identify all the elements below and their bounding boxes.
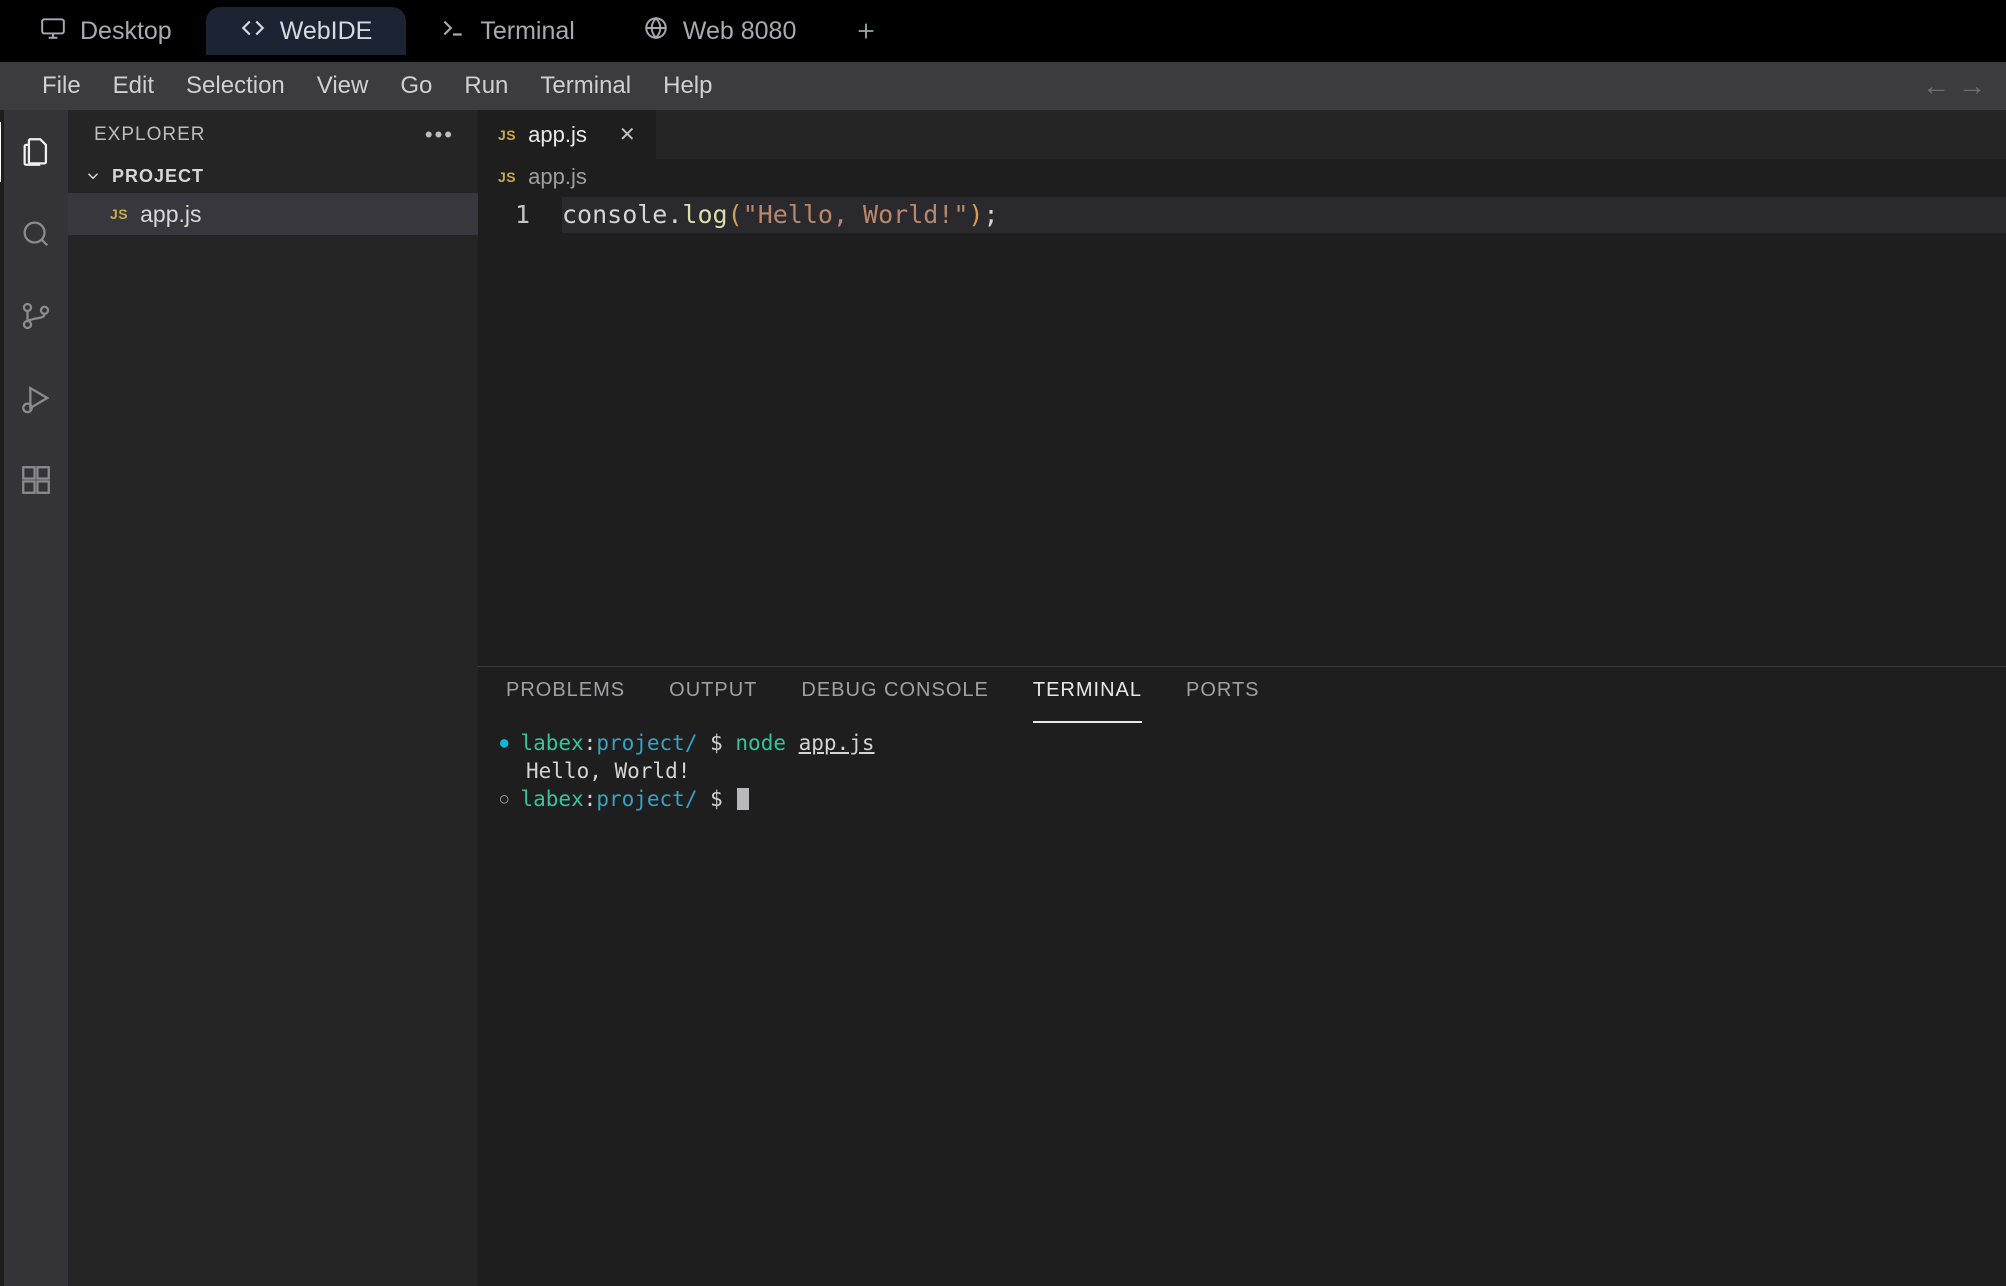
chevron-down-icon <box>84 167 102 185</box>
terminal-line-2: ○ labex:project/ $ <box>500 785 1984 813</box>
top-tab-bar: Desktop WebIDE Terminal Web 8080 <box>0 0 2006 62</box>
breadcrumb[interactable]: JS app.js <box>478 159 2006 195</box>
explorer-sidebar: EXPLORER ••• PROJECT JS app.js <box>68 110 478 1286</box>
editor-tab-bar: JS app.js ✕ <box>478 110 2006 159</box>
terminal-cursor <box>737 788 749 810</box>
menu-bar: File Edit Selection View Go Run Terminal… <box>0 62 2006 110</box>
js-file-icon: JS <box>498 127 516 143</box>
top-tab-desktop-label: Desktop <box>80 17 172 46</box>
editor-tab-app-js[interactable]: JS app.js ✕ <box>478 110 656 159</box>
close-tab-icon[interactable]: ✕ <box>619 122 636 147</box>
bottom-panel: PROBLEMS OUTPUT DEBUG CONSOLE TERMINAL P… <box>478 666 2006 1286</box>
desktop-icon <box>40 15 66 48</box>
panel-tab-ports[interactable]: PORTS <box>1186 679 1260 723</box>
menu-edit[interactable]: Edit <box>99 68 168 104</box>
menu-terminal[interactable]: Terminal <box>526 68 645 104</box>
terminal-line-1: ● labex:project/ $ node app.js <box>500 729 1984 757</box>
code-editor[interactable]: 1 console.log("Hello, World!"); <box>478 195 2006 666</box>
editor-column: JS app.js ✕ JS app.js 1 console.log("Hel… <box>478 110 2006 1286</box>
terminal-output-1: Hello, World! <box>526 757 1984 785</box>
activity-source-control[interactable] <box>6 286 66 346</box>
run-debug-icon <box>19 381 53 415</box>
globe-icon <box>643 15 669 48</box>
menu-view[interactable]: View <box>303 68 383 104</box>
explorer-header: EXPLORER ••• <box>68 110 478 159</box>
explorer-more-icon[interactable]: ••• <box>425 122 454 148</box>
file-name: app.js <box>140 201 201 228</box>
activity-bar <box>0 110 68 1286</box>
main-area: EXPLORER ••• PROJECT JS app.js JS app.js… <box>0 110 2006 1286</box>
panel-tab-bar: PROBLEMS OUTPUT DEBUG CONSOLE TERMINAL P… <box>478 667 2006 723</box>
status-dot-icon: ● <box>500 729 508 757</box>
menu-run[interactable]: Run <box>450 68 522 104</box>
code-line-1: console.log("Hello, World!"); <box>562 197 2006 233</box>
nav-arrows: ← → <box>1922 70 1986 102</box>
panel-tab-debug-console[interactable]: DEBUG CONSOLE <box>801 679 988 723</box>
top-tab-web8080-label: Web 8080 <box>683 17 797 46</box>
activity-search[interactable] <box>6 204 66 264</box>
file-item-app-js[interactable]: JS app.js <box>68 193 478 235</box>
activity-explorer[interactable] <box>6 122 66 182</box>
code-icon <box>240 15 266 48</box>
top-tab-terminal-label: Terminal <box>480 17 574 46</box>
line-gutter: 1 <box>478 197 562 666</box>
menu-items: File Edit Selection View Go Run Terminal… <box>28 68 726 104</box>
files-icon <box>19 135 53 169</box>
js-file-icon: JS <box>110 206 128 222</box>
top-tab-terminal[interactable]: Terminal <box>406 7 608 55</box>
terminal-prompt-icon <box>440 15 466 48</box>
panel-tab-output[interactable]: OUTPUT <box>669 679 757 723</box>
nav-forward-icon[interactable]: → <box>1958 70 1986 102</box>
terminal-body[interactable]: ● labex:project/ $ node app.js Hello, Wo… <box>478 723 2006 1286</box>
breadcrumb-file: app.js <box>528 164 587 190</box>
search-icon <box>19 217 53 251</box>
top-tab-web8080[interactable]: Web 8080 <box>609 7 831 55</box>
activity-extensions[interactable] <box>6 450 66 510</box>
js-file-icon: JS <box>498 169 516 185</box>
editor-tab-label: app.js <box>528 122 587 148</box>
branch-icon <box>19 299 53 333</box>
panel-tab-terminal[interactable]: TERMINAL <box>1033 679 1142 723</box>
status-hollow-dot-icon: ○ <box>500 785 508 813</box>
top-tab-desktop[interactable]: Desktop <box>6 7 206 55</box>
project-name: PROJECT <box>112 166 204 187</box>
explorer-title: EXPLORER <box>94 124 205 146</box>
activity-run-debug[interactable] <box>6 368 66 428</box>
line-number-1: 1 <box>478 197 530 233</box>
menu-go[interactable]: Go <box>386 68 446 104</box>
top-tab-webide-label: WebIDE <box>280 17 373 46</box>
code-content: console.log("Hello, World!"); <box>562 197 2006 666</box>
project-folder[interactable]: PROJECT <box>68 159 478 193</box>
top-tab-webide[interactable]: WebIDE <box>206 7 407 55</box>
menu-help[interactable]: Help <box>649 68 726 104</box>
menu-file[interactable]: File <box>28 68 95 104</box>
new-tab-button[interactable] <box>846 20 886 42</box>
menu-selection[interactable]: Selection <box>172 68 299 104</box>
extensions-icon <box>19 463 53 497</box>
panel-tab-problems[interactable]: PROBLEMS <box>506 679 625 723</box>
nav-back-icon[interactable]: ← <box>1922 70 1950 102</box>
